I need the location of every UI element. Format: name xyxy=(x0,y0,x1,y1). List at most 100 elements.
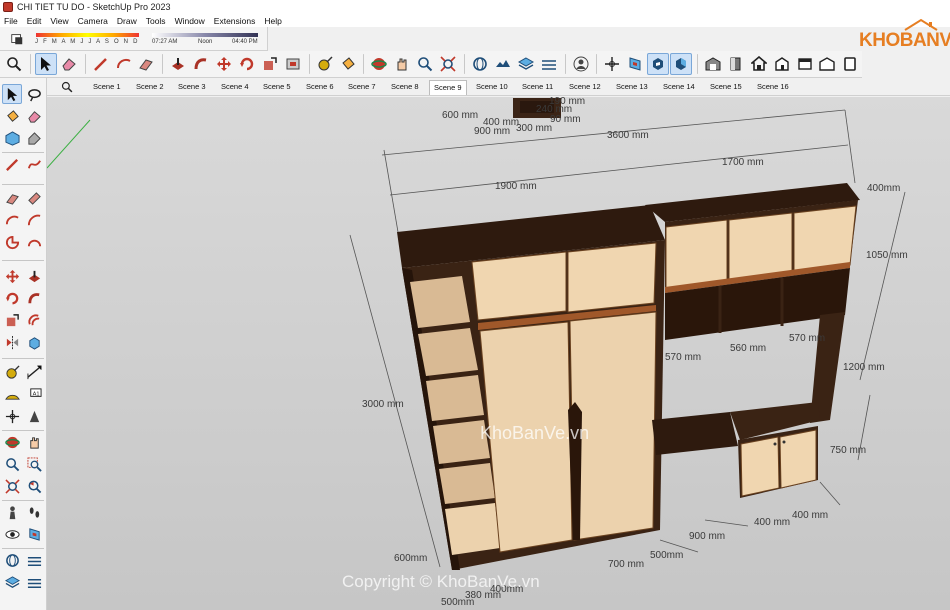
time-slider[interactable] xyxy=(152,33,258,37)
select-tool-button[interactable] xyxy=(34,53,57,75)
date-slider[interactable] xyxy=(36,33,139,37)
tab-scene-2[interactable]: Scene 2 xyxy=(136,82,164,91)
section-plane-button[interactable] xyxy=(624,53,646,75)
scale-tool-button[interactable] xyxy=(259,53,281,75)
sandbox-tool[interactable] xyxy=(24,550,44,570)
scale-tool[interactable] xyxy=(2,310,22,330)
section-plane-tool[interactable] xyxy=(24,524,44,544)
model-viewport[interactable]: 3600 mm 1900 mm 1700 mm 3000 mm 400mm 10… xyxy=(47,97,950,610)
offset-tool[interactable] xyxy=(24,310,44,330)
tab-scene-7[interactable]: Scene 7 xyxy=(348,82,376,91)
door-view-button[interactable] xyxy=(725,53,747,75)
axes-tool[interactable] xyxy=(2,406,22,426)
shadow-settings-icon[interactable] xyxy=(10,32,24,46)
layers-button[interactable] xyxy=(515,53,537,75)
flip-tool[interactable] xyxy=(2,332,22,352)
axes-button[interactable] xyxy=(601,53,623,75)
push-pull-button[interactable] xyxy=(167,53,189,75)
tab-scene-16[interactable]: Scene 16 xyxy=(757,82,789,91)
layers-tool[interactable] xyxy=(2,572,22,592)
pan-tool[interactable] xyxy=(24,432,44,452)
front-view-button[interactable] xyxy=(794,53,816,75)
search-icon[interactable] xyxy=(61,81,73,93)
tab-scene-13[interactable]: Scene 13 xyxy=(616,82,648,91)
zoom-extents-tool[interactable] xyxy=(2,476,22,496)
orbit-tool[interactable] xyxy=(2,432,22,452)
sandbox-button[interactable] xyxy=(492,53,514,75)
tab-scene-8[interactable]: Scene 8 xyxy=(391,82,419,91)
menu-window[interactable]: Window xyxy=(175,16,205,26)
tape-measure-button[interactable] xyxy=(314,53,336,75)
tab-scene-6[interactable]: Scene 6 xyxy=(306,82,334,91)
zoom-extents-button[interactable] xyxy=(437,53,459,75)
3d-text-tool[interactable] xyxy=(24,406,44,426)
look-around-tool[interactable] xyxy=(2,524,22,544)
tag-tool[interactable] xyxy=(24,128,44,148)
follow-me-tool[interactable] xyxy=(24,288,44,308)
tab-scene-14[interactable]: Scene 14 xyxy=(663,82,695,91)
previous-view-tool[interactable] xyxy=(24,476,44,496)
arc-tool[interactable] xyxy=(2,210,22,230)
solid-tools[interactable] xyxy=(24,332,44,352)
menu-help[interactable]: Help xyxy=(264,16,281,26)
menu-extensions[interactable]: Extensions xyxy=(214,16,256,26)
offset-tool-button[interactable] xyxy=(282,53,304,75)
geo-location-tool[interactable] xyxy=(2,550,22,570)
pan-button[interactable] xyxy=(391,53,413,75)
three-point-arc-tool[interactable] xyxy=(24,232,44,252)
display-section-cuts-button[interactable] xyxy=(647,53,670,75)
tab-scene-12[interactable]: Scene 12 xyxy=(569,82,601,91)
menu-edit[interactable]: Edit xyxy=(27,16,42,26)
tab-scene-15[interactable]: Scene 15 xyxy=(710,82,742,91)
pie-tool[interactable] xyxy=(2,232,22,252)
tape-measure-tool[interactable] xyxy=(2,362,22,382)
text-tool[interactable]: A1 xyxy=(24,384,44,404)
walk-tool[interactable] xyxy=(24,502,44,522)
eraser-tool[interactable] xyxy=(24,106,44,126)
display-section-fill-button[interactable] xyxy=(670,53,693,75)
move-tool-button[interactable] xyxy=(213,53,235,75)
menu-file[interactable]: File xyxy=(4,16,18,26)
tab-scene-5[interactable]: Scene 5 xyxy=(263,82,291,91)
eraser-tool-button[interactable] xyxy=(58,53,80,75)
tab-scene-3[interactable]: Scene 3 xyxy=(178,82,206,91)
protractor-tool[interactable] xyxy=(2,384,22,404)
select-tool[interactable] xyxy=(2,84,22,104)
lasso-tool[interactable] xyxy=(24,84,44,104)
back-view-button[interactable] xyxy=(839,53,861,75)
tab-scene-11[interactable]: Scene 11 xyxy=(522,82,553,91)
tab-scene-9[interactable]: Scene 9 xyxy=(429,80,467,95)
zoom-window-tool[interactable] xyxy=(24,454,44,474)
freehand-tool[interactable] xyxy=(24,154,44,174)
zoom-tool[interactable] xyxy=(2,454,22,474)
right-view-button[interactable] xyxy=(817,53,839,75)
orbit-button[interactable] xyxy=(368,53,390,75)
rotate-tool-button[interactable] xyxy=(236,53,258,75)
shape-tool-button[interactable] xyxy=(135,53,157,75)
push-pull-tool[interactable] xyxy=(24,266,44,286)
arc-tool-button[interactable] xyxy=(113,53,135,75)
menu-camera[interactable]: Camera xyxy=(78,16,108,26)
house-iso-button[interactable] xyxy=(771,53,793,75)
line-tool-button[interactable] xyxy=(90,53,112,75)
rectangle-tool[interactable] xyxy=(2,188,22,208)
component-tool[interactable] xyxy=(2,128,22,148)
tab-scene-1[interactable]: Scene 1 xyxy=(93,82,121,91)
paint-tool[interactable] xyxy=(2,106,22,126)
account-button[interactable] xyxy=(570,53,592,75)
paint-bucket-button[interactable] xyxy=(337,53,359,75)
styles-tool[interactable] xyxy=(24,572,44,592)
rotate-tool[interactable] xyxy=(2,288,22,308)
menu-view[interactable]: View xyxy=(50,16,68,26)
menu-tools[interactable]: Tools xyxy=(146,16,166,26)
follow-me-button[interactable] xyxy=(190,53,212,75)
dimension-tool[interactable] xyxy=(24,362,44,382)
home-view-button[interactable] xyxy=(748,53,770,75)
position-camera-tool[interactable] xyxy=(2,502,22,522)
warehouse-button[interactable] xyxy=(702,53,724,75)
two-point-arc-tool[interactable] xyxy=(24,210,44,230)
tab-scene-4[interactable]: Scene 4 xyxy=(221,82,249,91)
move-tool[interactable] xyxy=(2,266,22,286)
menu-draw[interactable]: Draw xyxy=(117,16,137,26)
zoom-button[interactable] xyxy=(414,53,436,75)
